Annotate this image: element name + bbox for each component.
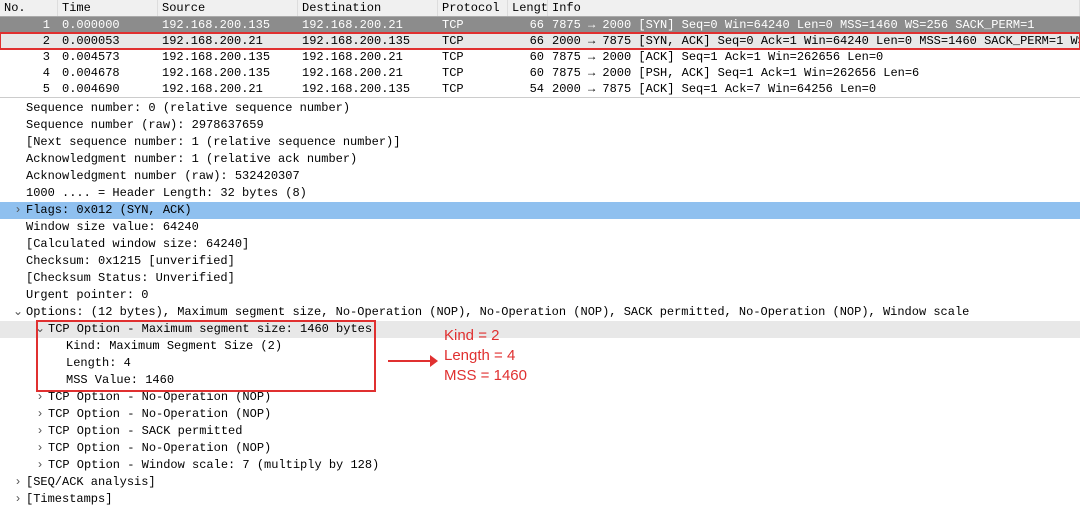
cell-src: 192.168.200.135 <box>158 49 298 65</box>
cell-dst: 192.168.200.135 <box>298 81 438 97</box>
cell-no: 3 <box>0 49 58 65</box>
cell-dst: 192.168.200.135 <box>298 33 438 49</box>
detail-nop3-text: TCP Option - No-Operation (NOP) <box>48 441 271 455</box>
cell-proto: TCP <box>438 81 508 97</box>
cell-src: 192.168.200.21 <box>158 81 298 97</box>
cell-time: 0.004573 <box>58 49 158 65</box>
detail-win-val[interactable]: Window size value: 64240 <box>0 219 1080 236</box>
detail-mss-option-text: TCP Option - Maximum segment size: 1460 … <box>48 322 372 336</box>
detail-ws-text: TCP Option - Window scale: 7 (multiply b… <box>48 458 379 472</box>
col-header-src[interactable]: Source <box>158 0 298 16</box>
cell-time: 0.000053 <box>58 33 158 49</box>
cell-len: 60 <box>508 65 548 81</box>
chevron-right-icon[interactable]: › <box>12 491 24 508</box>
cell-time: 0.000000 <box>58 17 158 33</box>
col-header-proto[interactable]: Protocol <box>438 0 508 16</box>
cell-len: 54 <box>508 81 548 97</box>
detail-options-text: Options: (12 bytes), Maximum segment siz… <box>26 305 969 319</box>
cell-len: 66 <box>508 17 548 33</box>
detail-seq-raw[interactable]: Sequence number (raw): 2978637659 <box>0 117 1080 134</box>
detail-flags[interactable]: ›Flags: 0x012 (SYN, ACK) <box>0 202 1080 219</box>
cell-no: 1 <box>0 17 58 33</box>
col-header-no[interactable]: No. <box>0 0 58 16</box>
detail-seqack-text: [SEQ/ACK analysis] <box>26 475 156 489</box>
cell-len: 66 <box>508 33 548 49</box>
cell-proto: TCP <box>438 17 508 33</box>
col-header-info[interactable]: Info <box>548 0 1080 16</box>
detail-cksum-status[interactable]: [Checksum Status: Unverified] <box>0 270 1080 287</box>
cell-proto: TCP <box>438 33 508 49</box>
detail-nop2[interactable]: ›TCP Option - No-Operation (NOP) <box>0 406 1080 423</box>
chevron-right-icon[interactable]: › <box>34 457 46 474</box>
col-header-time[interactable]: Time <box>58 0 158 16</box>
annotation-kind: Kind = 2 <box>444 326 527 346</box>
cell-src: 192.168.200.135 <box>158 65 298 81</box>
annotation-length: Length = 4 <box>444 346 527 366</box>
packet-list: No. Time Source Destination Protocol Len… <box>0 0 1080 98</box>
detail-next-seq[interactable]: [Next sequence number: 1 (relative seque… <box>0 134 1080 151</box>
chevron-down-icon[interactable]: ⌄ <box>34 321 46 338</box>
cell-dst: 192.168.200.21 <box>298 17 438 33</box>
detail-timestamps[interactable]: ›[Timestamps] <box>0 491 1080 508</box>
cell-info: 2000 → 7875 [SYN, ACK] Seq=0 Ack=1 Win=6… <box>548 33 1080 49</box>
cell-info: 2000 → 7875 [ACK] Seq=1 Ack=7 Win=64256 … <box>548 81 1080 97</box>
cell-info: 7875 → 2000 [SYN] Seq=0 Win=64240 Len=0 … <box>548 17 1080 33</box>
cell-time: 0.004678 <box>58 65 158 81</box>
chevron-right-icon[interactable]: › <box>34 406 46 423</box>
annotation-mss: MSS = 1460 <box>444 366 527 386</box>
cell-no: 5 <box>0 81 58 97</box>
detail-mss-kind[interactable]: Kind: Maximum Segment Size (2) <box>0 338 1080 355</box>
detail-ack-raw[interactable]: Acknowledgment number (raw): 532420307 <box>0 168 1080 185</box>
detail-timestamps-text: [Timestamps] <box>26 492 112 506</box>
arrow-right-icon <box>388 352 438 376</box>
cell-src: 192.168.200.135 <box>158 17 298 33</box>
chevron-right-icon[interactable]: › <box>34 440 46 457</box>
packet-row[interactable]: 5 0.004690 192.168.200.21 192.168.200.13… <box>0 81 1080 97</box>
chevron-down-icon[interactable]: ⌄ <box>12 304 24 321</box>
detail-nop1[interactable]: ›TCP Option - No-Operation (NOP) <box>0 389 1080 406</box>
cell-no: 2 <box>0 33 58 49</box>
cell-len: 60 <box>508 49 548 65</box>
detail-hdr-len[interactable]: 1000 .... = Header Length: 32 bytes (8) <box>0 185 1080 202</box>
detail-win-calc[interactable]: [Calculated window size: 64240] <box>0 236 1080 253</box>
packet-details: Sequence number: 0 (relative sequence nu… <box>0 98 1080 514</box>
detail-sack[interactable]: ›TCP Option - SACK permitted <box>0 423 1080 440</box>
detail-sack-text: TCP Option - SACK permitted <box>48 424 242 438</box>
detail-nop3[interactable]: ›TCP Option - No-Operation (NOP) <box>0 440 1080 457</box>
annotation-text: Kind = 2 Length = 4 MSS = 1460 <box>444 326 527 386</box>
detail-mss-len[interactable]: Length: 4 <box>0 355 1080 372</box>
packet-row[interactable]: 3 0.004573 192.168.200.135 192.168.200.2… <box>0 49 1080 65</box>
cell-proto: TCP <box>438 49 508 65</box>
detail-options[interactable]: ⌄Options: (12 bytes), Maximum segment si… <box>0 304 1080 321</box>
cell-proto: TCP <box>438 65 508 81</box>
detail-nop1-text: TCP Option - No-Operation (NOP) <box>48 390 271 404</box>
packet-row[interactable]: 4 0.004678 192.168.200.135 192.168.200.2… <box>0 65 1080 81</box>
packet-list-header[interactable]: No. Time Source Destination Protocol Len… <box>0 0 1080 17</box>
detail-cksum[interactable]: Checksum: 0x1215 [unverified] <box>0 253 1080 270</box>
detail-mss-option[interactable]: ⌄TCP Option - Maximum segment size: 1460… <box>0 321 1080 338</box>
detail-seq-rel[interactable]: Sequence number: 0 (relative sequence nu… <box>0 100 1080 117</box>
cell-dst: 192.168.200.21 <box>298 65 438 81</box>
packet-row[interactable]: 1 0.000000 192.168.200.135 192.168.200.2… <box>0 17 1080 33</box>
cell-info: 7875 → 2000 [ACK] Seq=1 Ack=1 Win=262656… <box>548 49 1080 65</box>
chevron-right-icon[interactable]: › <box>12 474 24 491</box>
cell-src: 192.168.200.21 <box>158 33 298 49</box>
chevron-right-icon[interactable]: › <box>34 389 46 406</box>
chevron-right-icon[interactable]: › <box>34 423 46 440</box>
detail-nop2-text: TCP Option - No-Operation (NOP) <box>48 407 271 421</box>
detail-flags-text: Flags: 0x012 (SYN, ACK) <box>26 203 192 217</box>
cell-no: 4 <box>0 65 58 81</box>
cell-info: 7875 → 2000 [PSH, ACK] Seq=1 Ack=1 Win=2… <box>548 65 1080 81</box>
cell-dst: 192.168.200.21 <box>298 49 438 65</box>
detail-mss-val[interactable]: MSS Value: 1460 <box>0 372 1080 389</box>
detail-urg[interactable]: Urgent pointer: 0 <box>0 287 1080 304</box>
detail-ws[interactable]: ›TCP Option - Window scale: 7 (multiply … <box>0 457 1080 474</box>
packet-row[interactable]: 2 0.000053 192.168.200.21 192.168.200.13… <box>0 33 1080 49</box>
detail-ack-rel[interactable]: Acknowledgment number: 1 (relative ack n… <box>0 151 1080 168</box>
detail-seqack[interactable]: ›[SEQ/ACK analysis] <box>0 474 1080 491</box>
cell-time: 0.004690 <box>58 81 158 97</box>
col-header-dst[interactable]: Destination <box>298 0 438 16</box>
col-header-len[interactable]: Length <box>508 0 548 16</box>
chevron-right-icon[interactable]: › <box>12 202 24 219</box>
